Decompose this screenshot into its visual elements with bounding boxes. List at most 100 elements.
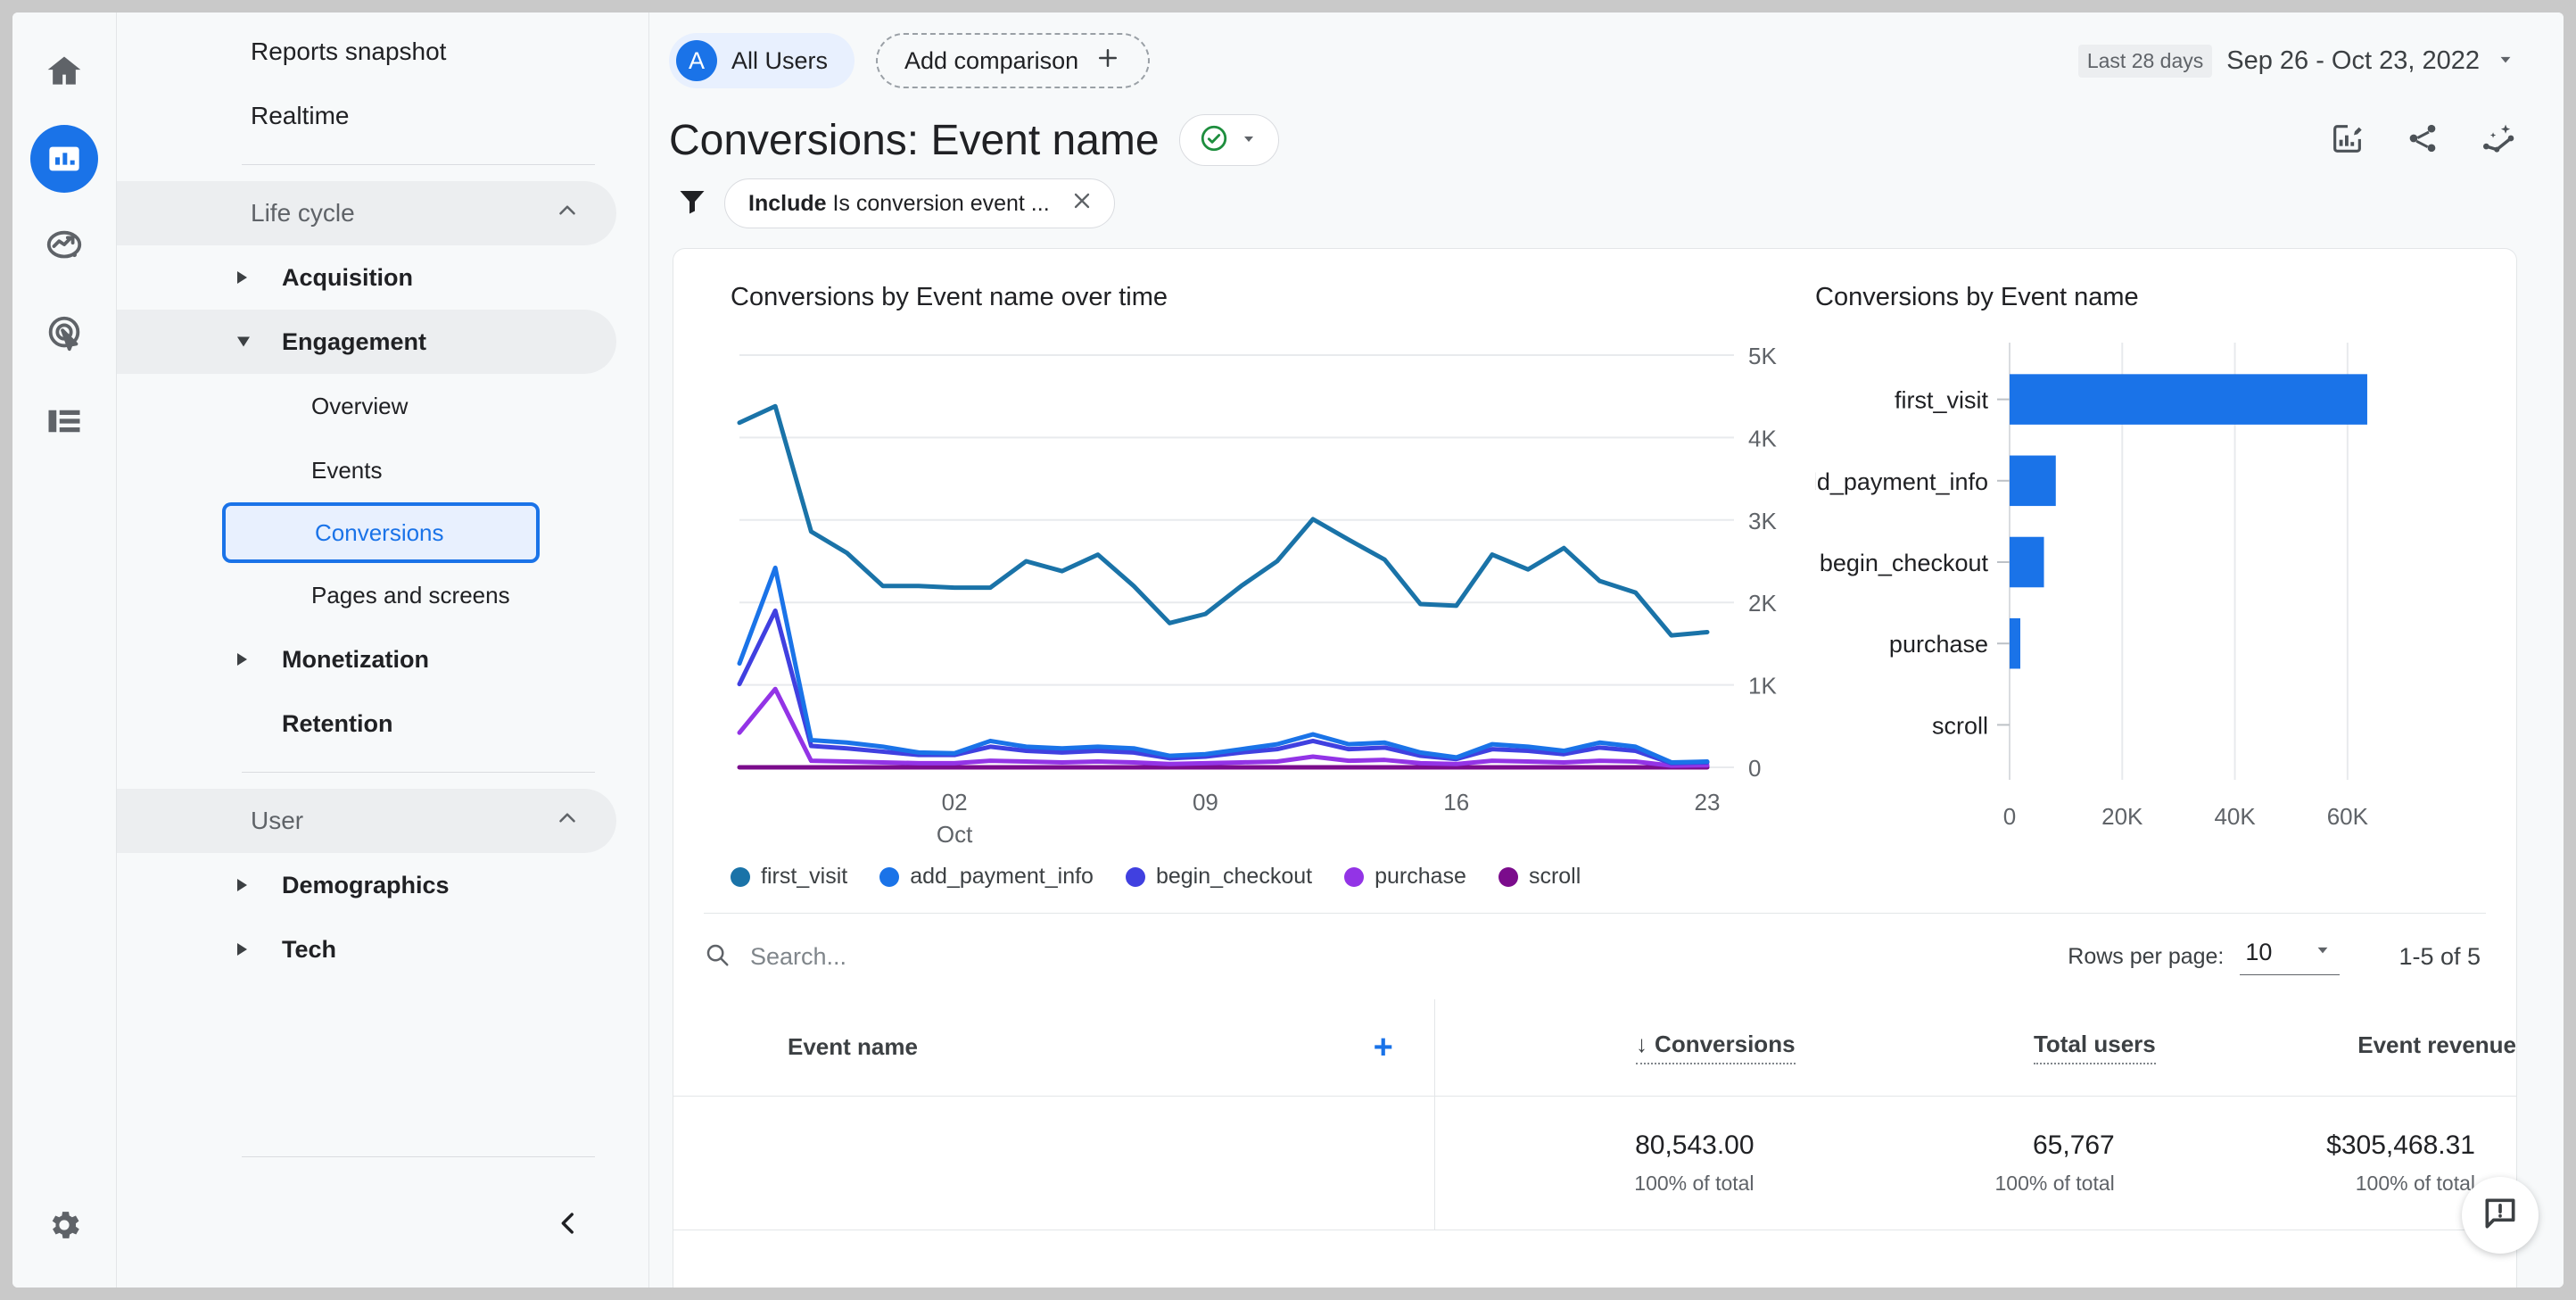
bar-chart[interactable]: 0 20K 40K 60K first_visit add_payment_infobeg… — [1815, 321, 2440, 857]
page-range-label: 1-5 of 5 — [2398, 942, 2481, 970]
bar-purchase[interactable] — [2010, 617, 2020, 669]
insights-icon[interactable] — [2480, 120, 2517, 161]
triangle-right-icon — [237, 943, 247, 956]
x-axis-tick-sublabel: Oct — [937, 821, 973, 848]
sidebar-item-label: Pages and screens — [311, 581, 510, 609]
triangle-down-icon — [237, 336, 250, 347]
send-feedback-button[interactable] — [2462, 1177, 2539, 1254]
report-status-dropdown[interactable] — [1178, 114, 1279, 166]
date-range-picker[interactable]: Last 28 days Sep 26 - Oct 23, 2022 — [2077, 44, 2517, 78]
sidebar-item-reports-snapshot[interactable]: Reports snapshot — [117, 20, 616, 84]
sidebar-item-monetization[interactable]: Monetization — [117, 627, 616, 691]
sidebar-item-events[interactable]: Events — [117, 438, 616, 502]
collapse-navigation-button[interactable] — [543, 1198, 593, 1248]
triangle-right-icon — [237, 879, 247, 891]
report-navigation: Reports snapshot Realtime Life cycle Acq… — [117, 12, 649, 1288]
icon-rail — [12, 12, 117, 1288]
sidebar-item-label: Events — [311, 456, 383, 484]
x-axis-tick-label: 16 — [1443, 789, 1469, 816]
column-header-event-revenue[interactable]: Event revenue — [2156, 999, 2516, 1096]
search-input[interactable]: Search... — [704, 941, 2068, 973]
filter-chip-prefix: Include — [748, 190, 827, 216]
legend-item-purchase[interactable]: purchase — [1344, 864, 1466, 890]
date-range-value: Sep 26 - Oct 23, 2022 — [2226, 46, 2480, 75]
x-axis-tick-label: 40K — [2214, 803, 2256, 830]
audience-label: All Users — [731, 46, 829, 74]
chevron-up-icon — [554, 805, 581, 838]
sidebar-item-realtime[interactable]: Realtime — [117, 84, 616, 148]
sidebar-item-overview[interactable]: Overview — [117, 374, 616, 438]
x-axis-tick-label: 09 — [1193, 789, 1218, 816]
column-header-event-name: Event name + — [673, 999, 1435, 1096]
column-label: Total users — [2033, 1030, 2156, 1057]
edit-report-icon[interactable] — [2330, 120, 2365, 161]
home-icon[interactable] — [30, 37, 98, 105]
cell-conversions: 80,543.00 100% of total — [1434, 1096, 1795, 1230]
chevron-down-icon — [2494, 47, 2517, 75]
bar-first_visit[interactable] — [2010, 374, 2367, 425]
charts-row: Conversions by Event name over time 0 1K 2… — [673, 249, 2516, 857]
feedback-icon — [2481, 1194, 2520, 1238]
bar-chart-panel: Conversions by Event name 0 20K 40K 60K firs… — [1779, 283, 2516, 857]
line-series-add_payment_info — [737, 565, 1710, 765]
sidebar-item-engagement[interactable]: Engagement — [117, 310, 616, 374]
explore-icon[interactable] — [30, 212, 98, 280]
column-label: Event revenue — [2357, 1031, 2516, 1058]
sidebar-group-user[interactable]: User — [117, 789, 616, 853]
sidebar-group-label: User — [251, 807, 304, 834]
line-chart[interactable]: 0 1K 2K 3K 4K 5K 02 Oct 09 16 23 — [731, 321, 1783, 857]
column-header-conversions[interactable]: ↓ Conversions — [1434, 999, 1796, 1096]
legend-item-begin_checkout[interactable]: begin_checkout — [1125, 864, 1313, 890]
advertising-icon[interactable] — [30, 300, 98, 368]
cell-value: $305,468.31 — [2326, 1130, 2475, 1160]
legend-item-scroll[interactable]: scroll — [1498, 864, 1581, 890]
y-axis-tick-label: 1K — [1748, 673, 1777, 700]
sidebar-item-demographics[interactable]: Demographics — [117, 853, 616, 917]
sidebar-item-label: Realtime — [251, 102, 350, 129]
legend-item-first_visit[interactable]: first_visit — [731, 864, 847, 890]
legend-item-add_payment_info[interactable]: add_payment_info — [879, 864, 1094, 890]
report-title-row: Conversions: Event name — [649, 109, 2564, 166]
x-axis-tick-label: 0 — [2003, 803, 2016, 830]
close-icon[interactable] — [1069, 188, 1094, 219]
legend-label: purchase — [1375, 864, 1466, 889]
filter-chip[interactable]: Include Is conversion event ... — [724, 178, 1115, 228]
sidebar-item-label: Acquisition — [282, 263, 413, 291]
y-axis-tick-label: 0 — [1748, 755, 1761, 782]
sidebar-item-conversions[interactable]: Conversions — [222, 502, 540, 563]
column-label: Conversions — [1655, 1030, 1796, 1057]
report-table: Event name + ↓ Conversions Total users Ev… — [673, 999, 2516, 1230]
x-axis-tick-label: 20K — [2101, 803, 2143, 830]
y-axis-tick-label: 5K — [1748, 343, 1777, 369]
gear-icon[interactable] — [30, 1191, 98, 1259]
legend-label: begin_checkout — [1155, 864, 1313, 889]
sidebar-item-retention[interactable]: Retention — [117, 691, 616, 756]
bar-category-label: add_payment_info — [1815, 468, 1988, 495]
add-dimension-button[interactable]: + — [1374, 1031, 1393, 1064]
configure-icon[interactable] — [30, 387, 98, 455]
filter-row: Include Is conversion event ... — [649, 166, 2564, 228]
audience-chip-all-users[interactable]: A All Users — [669, 33, 855, 88]
plus-icon — [1094, 45, 1121, 78]
sidebar-item-pages-and-screens[interactable]: Pages and screens — [117, 563, 616, 627]
bar-begin_checkout[interactable] — [2010, 536, 2044, 588]
x-axis-tick-label: 60K — [2327, 803, 2369, 830]
sidebar-item-tech[interactable]: Tech — [117, 917, 616, 981]
add-comparison-button[interactable]: Add comparison — [876, 33, 1151, 88]
sidebar-item-label: Conversions — [315, 518, 444, 546]
sidebar-item-acquisition[interactable]: Acquisition — [117, 245, 616, 310]
search-placeholder: Search... — [750, 942, 847, 970]
legend-label: add_payment_info — [910, 864, 1094, 889]
rows-per-page-select[interactable]: 10 — [2240, 938, 2341, 975]
share-icon[interactable] — [2405, 120, 2440, 161]
page-title: Conversions: Event name — [669, 116, 1160, 164]
bar-add_payment_info[interactable] — [2010, 455, 2056, 507]
y-axis-tick-label: 4K — [1748, 425, 1777, 451]
bar-chart-title: Conversions by Event name — [1815, 283, 2139, 311]
sidebar-group-life-cycle[interactable]: Life cycle — [117, 181, 616, 245]
chevron-up-icon — [554, 197, 581, 230]
report-header-actions — [2330, 120, 2517, 161]
column-header-total-users[interactable]: Total users — [1796, 999, 2156, 1096]
reports-icon[interactable] — [30, 125, 98, 193]
triangle-right-icon — [237, 653, 247, 666]
